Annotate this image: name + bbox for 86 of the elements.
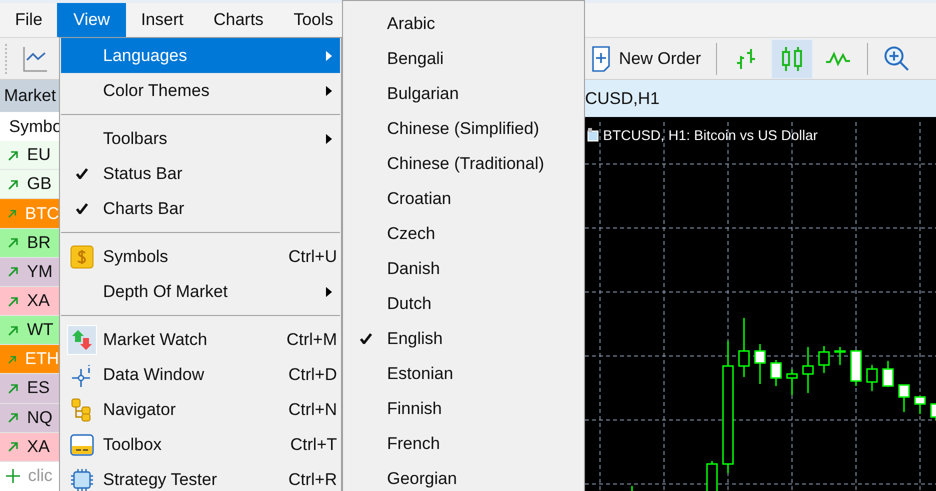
- arrow-up-right-icon: [8, 150, 19, 161]
- chart-label: BTCUSD, H1: Bitcoin vs US Dollar: [603, 127, 818, 143]
- menu-item[interactable]: Navigator Ctrl+N: [61, 392, 340, 427]
- menu-item[interactable]: Toolbox Ctrl+T: [61, 427, 340, 462]
- menu-item[interactable]: Languages: [61, 38, 340, 73]
- candlestick: [754, 344, 766, 384]
- arrow-up-right-icon: [8, 382, 19, 394]
- symbol-row[interactable]: YM: [0, 258, 59, 287]
- chart-type-button[interactable]: [771, 38, 813, 78]
- arrow-up-right-icon: [8, 208, 17, 220]
- symbol-row[interactable]: EU: [0, 141, 59, 170]
- arrow-up-right-icon: [8, 237, 19, 248]
- menu-bar-item[interactable]: Insert: [126, 3, 198, 37]
- candlestick: [850, 350, 862, 386]
- arrow-up-right-icon: [8, 296, 19, 307]
- arrow-up-right-icon: [8, 178, 19, 190]
- symbol-row[interactable]: XA: [0, 432, 59, 462]
- candlestick: [802, 347, 814, 393]
- menu-item[interactable]: Market Watch Ctrl+M: [61, 322, 340, 357]
- candlestick: [786, 369, 798, 395]
- menu-bar-item[interactable]: File: [0, 3, 58, 37]
- window-icon: [70, 432, 94, 456]
- candlestick: [866, 365, 878, 391]
- chip-icon: [70, 468, 94, 491]
- arrow-up-right-icon: [8, 266, 19, 278]
- caret-icon: [326, 50, 332, 60]
- language-item[interactable]: Danish: [344, 251, 583, 286]
- caret-icon: [326, 134, 332, 144]
- menu-item[interactable]: Data Window Ctrl+D: [61, 357, 340, 392]
- line-chart-icon: [825, 50, 851, 66]
- menu-item[interactable]: Status Bar: [61, 156, 340, 191]
- language-item[interactable]: Czech: [344, 216, 583, 251]
- dollar-icon: [70, 244, 94, 268]
- language-item[interactable]: English: [344, 321, 583, 356]
- menu-item[interactable]: Depth Of Market: [61, 274, 340, 309]
- candlestick: [930, 403, 936, 420]
- document-plus-icon: [590, 46, 611, 72]
- menu-bar-item[interactable]: Charts: [198, 3, 279, 37]
- menu-item[interactable]: Toolbars: [61, 121, 340, 156]
- symbol-row[interactable]: XA: [0, 286, 59, 316]
- menu-bar-item[interactable]: View: [57, 3, 126, 37]
- menu-item[interactable]: Charts Bar: [61, 191, 340, 226]
- panel-title: Market: [0, 80, 59, 112]
- candlestick-icon: [780, 46, 804, 72]
- chart-symbol-icon: [587, 128, 599, 142]
- chart-window-title: CUSD,H1: [585, 88, 660, 108]
- bar-chart-icon: [734, 46, 758, 70]
- language-item[interactable]: French: [344, 426, 583, 461]
- arrow-up-right-icon: [8, 412, 19, 424]
- arrow-up-right-icon: [8, 324, 19, 336]
- zoom-in-icon: [884, 46, 910, 72]
- symbol-row[interactable]: ES: [0, 374, 59, 404]
- candlestick: [898, 384, 910, 412]
- candlestick: [770, 360, 782, 386]
- language-item[interactable]: Chinese (Simplified): [344, 111, 583, 146]
- menu-item[interactable]: Symbols Ctrl+U: [61, 239, 340, 274]
- language-item[interactable]: Bengali: [344, 41, 583, 76]
- plus-icon: [6, 469, 20, 484]
- line-chart-icon[interactable]: [22, 46, 48, 72]
- menu-item[interactable]: Color Themes: [61, 73, 340, 108]
- candlestick: [882, 361, 894, 387]
- language-item[interactable]: Estonian: [344, 356, 583, 391]
- language-item[interactable]: Chinese (Traditional): [344, 146, 583, 181]
- language-item[interactable]: Georgian: [344, 461, 583, 491]
- language-item[interactable]: Croatian: [344, 181, 583, 216]
- language-item[interactable]: Bulgarian: [344, 76, 583, 111]
- menu-item[interactable]: Strategy Tester Ctrl+R: [61, 462, 340, 491]
- symbol-row[interactable]: GB: [0, 170, 59, 200]
- language-item[interactable]: Finnish: [344, 391, 583, 426]
- candlestick: [834, 347, 846, 365]
- language-item[interactable]: Dutch: [344, 286, 583, 321]
- symbol-row[interactable]: NQ: [0, 404, 59, 433]
- up-down-arrows-icon: [70, 328, 94, 352]
- arrow-up-right-icon: [8, 354, 17, 365]
- symbol-row[interactable]: WT: [0, 316, 59, 346]
- candlestick: [738, 318, 750, 377]
- candle-wick: [631, 486, 633, 491]
- caret-icon: [326, 86, 332, 96]
- candlestick: [914, 396, 926, 414]
- symbol-row[interactable]: BR: [0, 228, 59, 258]
- language-item[interactable]: Arabic: [344, 6, 583, 41]
- arrow-up-right-icon: [8, 441, 19, 452]
- menu-bar-item[interactable]: Tools: [278, 3, 334, 37]
- candlestick: [818, 346, 830, 373]
- caret-icon: [326, 286, 332, 296]
- new-order-button[interactable]: New Order: [584, 38, 708, 78]
